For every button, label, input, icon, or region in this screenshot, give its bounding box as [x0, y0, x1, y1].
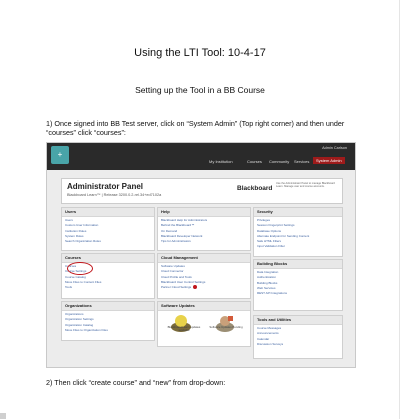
- tab-services[interactable]: Services: [294, 159, 309, 164]
- panel-title: Organizations: [62, 302, 154, 311]
- highlight-circle: [67, 262, 93, 275]
- tab-system-admin[interactable]: System Admin: [313, 157, 345, 164]
- panel-link[interactable]: REST API Integrations: [257, 291, 339, 296]
- panel-title: Building Blocks: [254, 260, 342, 269]
- panel-courses: Courses Courses Course Settings Course C…: [61, 253, 155, 299]
- release-info: Blackboard Learn™ | Release 3200.0.2-rel…: [67, 193, 162, 197]
- admin-message: Use the Administrator Panel to manage Bl…: [276, 182, 335, 189]
- panel-title: Software Updates: [158, 302, 250, 311]
- panel-link[interactable]: Partner Cloud Settings: [161, 285, 247, 290]
- alert-icon: [193, 285, 198, 290]
- panel-link[interactable]: Discussion Surveys: [257, 342, 339, 347]
- panel-building-blocks: Building Blocks Data Integration Authent…: [253, 259, 343, 311]
- panel-title: Cloud Management: [158, 254, 250, 263]
- panel-link[interactable]: Move Files to Organization Files: [65, 328, 151, 333]
- step-1-line-2: “courses” click “courses”:: [46, 128, 126, 137]
- panel-title: Security: [254, 208, 342, 217]
- panel-cloud-management: Cloud Management Software Updates Cloud …: [157, 253, 251, 299]
- user-menu[interactable]: Admin Carlson: [322, 146, 347, 150]
- admin-panel-title: Administrator Panel: [67, 182, 144, 191]
- tab-courses[interactable]: Courses: [247, 159, 262, 164]
- admin-panel-header: Administrator Panel Blackboard Learn™ | …: [61, 178, 343, 204]
- blackboard-logo: Blackboard: [237, 185, 273, 192]
- document-subtitle: Setting up the Tool in a BB Course: [135, 85, 265, 95]
- panel-link-label: Partner Cloud Settings: [161, 285, 192, 290]
- panel-help: Help Blackboard Help for Administrators …: [157, 207, 251, 251]
- panel-title: Tools and Utilities: [254, 316, 342, 325]
- update-available-label: Blackboard Learn updates available: [167, 325, 201, 333]
- embedded-screenshot: + Admin Carlson My Institution Courses C…: [46, 142, 356, 368]
- updates-pending-label: Software Updates Pending: [209, 325, 243, 329]
- tab-my-institution[interactable]: My Institution: [209, 159, 233, 164]
- panel-users: Users Users Custom User Information Inst…: [61, 207, 155, 251]
- panel-organizations: Organizations Organizations Organization…: [61, 301, 155, 341]
- document-title: Using the LTI Tool: 10-4-17: [134, 47, 266, 59]
- tab-community[interactable]: Community: [269, 159, 289, 164]
- page-corner: [0, 413, 6, 419]
- panel-security: Security Privileges Session Fingerprint …: [253, 207, 343, 257]
- top-nav-bar: + Admin Carlson My Institution Courses C…: [47, 143, 355, 170]
- document-page: Using the LTI Tool: 10-4-17 Setting up t…: [0, 0, 400, 419]
- panel-software-updates: Software Updates Blackboard Learn update…: [157, 301, 251, 347]
- panel-title: Users: [62, 208, 154, 217]
- panel-link[interactable]: Tips for Administrators: [161, 239, 247, 244]
- plus-icon[interactable]: +: [51, 146, 69, 164]
- panel-tools-utilities: Tools and Utilities Course Messages Anno…: [253, 315, 343, 359]
- step-2: 2) Then click “create course” and “new” …: [46, 378, 226, 387]
- panel-link[interactable]: Search Organization Roles: [65, 239, 151, 244]
- panel-title: Help: [158, 208, 250, 217]
- panel-link[interactable]: Input Validation Filter: [257, 244, 339, 249]
- panel-link[interactable]: Tools: [65, 285, 151, 290]
